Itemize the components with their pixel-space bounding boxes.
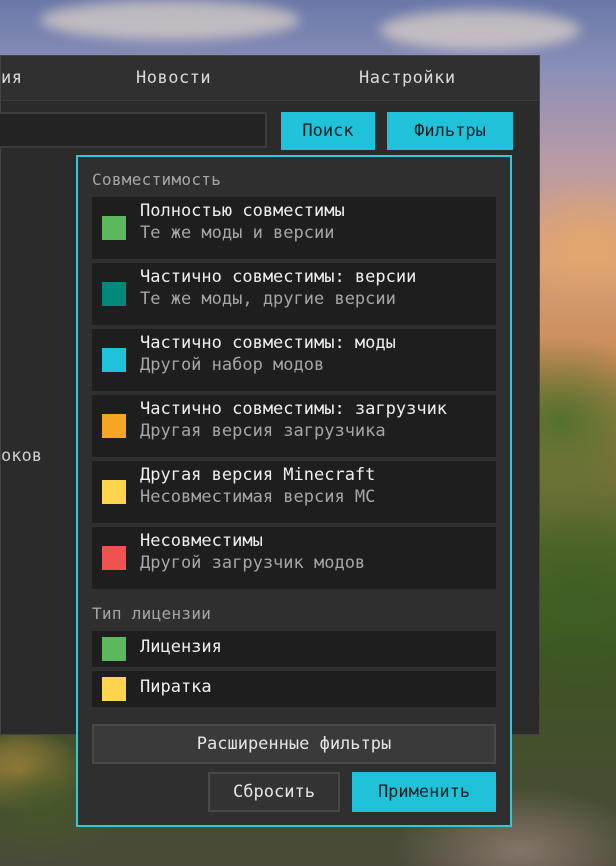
compat-option-title: Частично совместимы: моды	[140, 333, 396, 353]
search-button[interactable]: Поиск	[281, 112, 375, 150]
license-option-licensed[interactable]: Лицензия	[92, 631, 496, 667]
compat-option-subtitle: Несовместимая версия MC	[140, 487, 376, 507]
background-cloud	[40, 0, 300, 40]
compat-option-incompatible[interactable]: Несовместимы Другой загрузчик модов	[92, 527, 496, 589]
nav-item-partial[interactable]: ия	[1, 68, 22, 88]
filters-popup: Совместимость Полностью совместимы Те же…	[76, 155, 512, 827]
orange-swatch-icon	[102, 414, 126, 438]
apply-button[interactable]: Применить	[352, 772, 496, 812]
compat-option-minecraft[interactable]: Другая версия Minecraft Несовместимая ве…	[92, 461, 496, 523]
cyan-swatch-icon	[102, 348, 126, 372]
compat-option-title: Частично совместимы: загрузчик	[140, 399, 448, 419]
compat-option-subtitle: Те же моды, другие версии	[140, 289, 396, 309]
compat-option-loader[interactable]: Частично совместимы: загрузчик Другая ве…	[92, 395, 496, 457]
nav-item-settings[interactable]: Настройки	[359, 68, 456, 88]
compatibility-section-title: Совместимость	[92, 170, 222, 189]
compat-option-title: Другая версия Minecraft	[140, 465, 376, 485]
teal-swatch-icon	[102, 282, 126, 306]
reset-button[interactable]: Сбросить	[208, 772, 340, 812]
license-option-title: Пиратка	[140, 677, 212, 697]
compat-option-title: Полностью совместимы	[140, 201, 345, 221]
compat-option-subtitle: Другой набор модов	[140, 355, 325, 375]
nav-item-news[interactable]: Новости	[136, 68, 211, 88]
compat-option-subtitle: Другой загрузчик модов	[140, 553, 366, 573]
compat-option-title: Частично совместимы: версии	[140, 267, 417, 287]
license-section-title: Тип лицензии	[92, 604, 212, 623]
compat-option-title: Несовместимы	[140, 531, 263, 551]
compat-option-full[interactable]: Полностью совместимы Те же моды и версии	[92, 197, 496, 259]
filters-button[interactable]: Фильтры	[387, 112, 513, 150]
sidebar-text-fragment: оков	[1, 446, 42, 466]
red-swatch-icon	[102, 546, 126, 570]
background-cloud	[380, 10, 580, 50]
advanced-filters-button[interactable]: Расширенные фильтры	[92, 724, 496, 764]
license-option-pirated[interactable]: Пиратка	[92, 671, 496, 707]
compat-option-mods[interactable]: Частично совместимы: моды Другой набор м…	[92, 329, 496, 391]
green-swatch-icon	[102, 216, 126, 240]
top-navigation: ия Новости Настройки	[1, 56, 539, 101]
yellow-swatch-icon	[102, 677, 126, 701]
compat-option-versions[interactable]: Частично совместимы: версии Те же моды, …	[92, 263, 496, 325]
compat-option-subtitle: Другая версия загрузчика	[140, 421, 386, 441]
green-swatch-icon	[102, 637, 126, 661]
search-input[interactable]	[0, 112, 267, 148]
compat-option-subtitle: Те же моды и версии	[140, 223, 335, 243]
license-option-title: Лицензия	[140, 637, 222, 657]
yellow-swatch-icon	[102, 480, 126, 504]
